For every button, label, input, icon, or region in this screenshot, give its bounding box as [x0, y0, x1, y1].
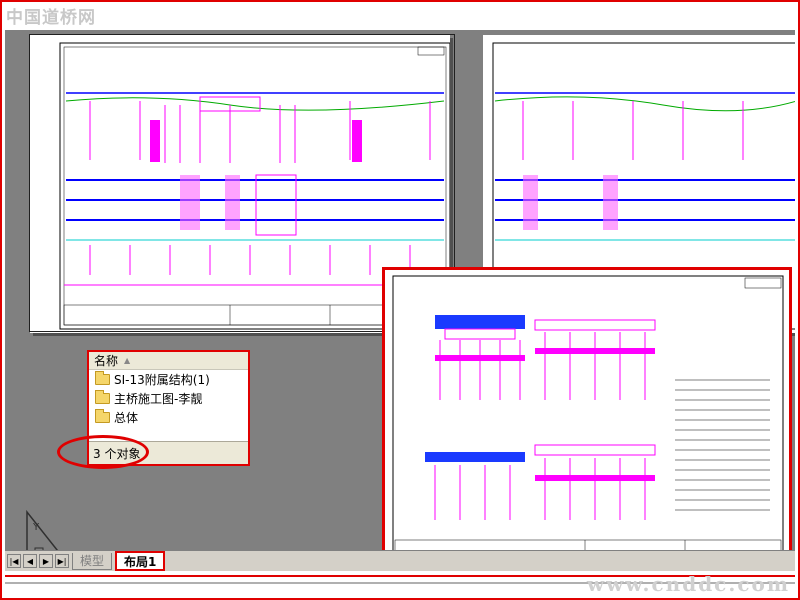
- list-item-label: 总体: [114, 411, 139, 425]
- folder-icon: [95, 390, 110, 404]
- last-tab-icon: ▶|: [57, 556, 67, 566]
- first-tab-button[interactable]: |◀: [7, 554, 21, 568]
- list-item[interactable]: 主桥施工图-李靓: [89, 389, 248, 408]
- first-tab-icon: |◀: [9, 556, 19, 566]
- previous-tab-button[interactable]: ◀: [23, 554, 37, 568]
- folder-icon: [95, 371, 110, 385]
- list-item[interactable]: 总体: [89, 408, 248, 427]
- next-tab-button[interactable]: ▶: [39, 554, 53, 568]
- tab-layout1[interactable]: 布局1: [115, 551, 166, 571]
- sort-ascending-icon: ▲: [124, 356, 131, 365]
- list-item[interactable]: SI-13附属结构(1): [89, 370, 248, 389]
- detail-drawing: [392, 275, 784, 559]
- tab-model[interactable]: 模型: [72, 552, 113, 570]
- ucs-icon: Y X: [26, 509, 59, 550]
- zoomed-drawing-panel: [382, 267, 792, 565]
- layout-tab-bar: |◀ ◀ ▶ ▶| 模型 布局1: [5, 550, 795, 571]
- list-item-label: SI-13附属结构(1): [114, 373, 210, 387]
- column-header-name[interactable]: 名称 ▲: [89, 352, 248, 370]
- highlight-ellipse: [57, 435, 149, 469]
- previous-tab-icon: ◀: [26, 556, 34, 566]
- watermark-top: 中国道桥网: [6, 8, 96, 28]
- next-tab-icon: ▶: [42, 556, 50, 566]
- folder-icon: [95, 409, 110, 423]
- last-tab-button[interactable]: ▶|: [55, 554, 69, 568]
- list-item-label: 主桥施工图-李靓: [114, 392, 203, 406]
- svg-text:Y: Y: [32, 522, 40, 533]
- watermark-bottom: www.cnddc.com: [586, 572, 790, 596]
- column-header-label: 名称: [94, 354, 119, 368]
- screenshot-frame: 中国道桥网 Y 名称 ▲ SI-13附属结构(1) 主桥施工图-李靓 总体 3 …: [0, 0, 800, 600]
